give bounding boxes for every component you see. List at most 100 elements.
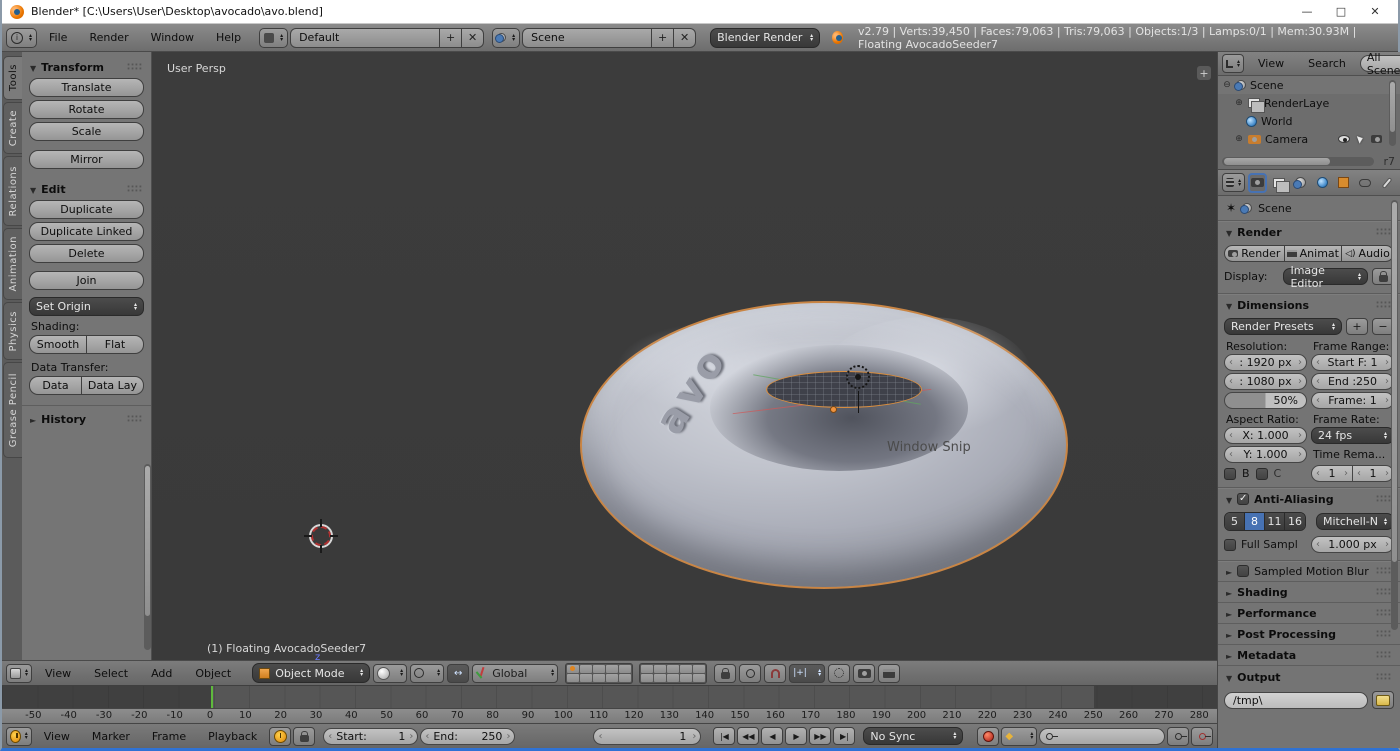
panel-grip-icon[interactable] (1376, 608, 1392, 619)
render-audio-button[interactable]: ◁) Audio (1341, 245, 1394, 262)
panel-grip-icon[interactable] (1376, 566, 1392, 577)
scene-value[interactable]: Scene (522, 28, 652, 48)
timeline-ruler[interactable]: -50-40-30-20-100102030405060708090100110… (2, 708, 1217, 724)
outliner-vscrollbar[interactable] (1389, 80, 1396, 146)
data-layout-button[interactable]: Data Lay (81, 376, 144, 395)
select-menu[interactable]: Select (84, 661, 138, 685)
outliner-hscrollbar[interactable] (1222, 157, 1374, 166)
viewport-3d[interactable]: User Persp + avo z y x (152, 52, 1217, 660)
aa-samples-group[interactable]: 5 8 11 16 (1224, 512, 1306, 531)
tab-physics[interactable]: Physics (3, 302, 22, 360)
delete-layout-button[interactable]: ✕ (462, 28, 484, 48)
anti-aliasing-checkbox[interactable] (1237, 493, 1249, 505)
resolution-x-field[interactable]: : 1920 px (1224, 354, 1307, 371)
layer-cell[interactable] (606, 665, 618, 673)
timeline-view-menu[interactable]: View (34, 724, 80, 748)
transform-orientation-dropdown[interactable]: Global (472, 664, 558, 683)
minimize-button[interactable]: — (1292, 3, 1322, 21)
render-presets-dropdown[interactable]: Render Presets (1224, 318, 1342, 335)
keying-set-dropdown[interactable]: ◆ (1001, 727, 1037, 746)
close-button[interactable]: ✕ (1360, 3, 1390, 21)
render-still-button[interactable]: Render (1224, 245, 1284, 262)
layer-cell[interactable] (680, 674, 692, 682)
snap-toggle[interactable] (764, 664, 786, 683)
scale-button[interactable]: Scale (29, 122, 144, 141)
full-sample-checkbox[interactable] (1224, 539, 1236, 551)
panel-grip-icon[interactable] (1376, 587, 1392, 598)
tool-shelf-scrollbar[interactable] (144, 464, 151, 650)
current-frame-line[interactable] (211, 686, 213, 708)
crop-checkbox[interactable] (1256, 468, 1268, 480)
tab-scene[interactable] (1292, 173, 1310, 193)
renderability-camera-icon[interactable] (1371, 135, 1382, 143)
time-remap-old-field[interactable]: 1 (1311, 465, 1353, 482)
opengl-render-anim-button[interactable] (878, 664, 900, 683)
browse-output-folder-button[interactable] (1372, 691, 1394, 709)
mode-dropdown[interactable]: Object Mode (252, 663, 370, 683)
delete-keyframe-button[interactable] (1191, 727, 1213, 746)
performance-panel-header[interactable]: Performance (1218, 603, 1400, 624)
pin-icon[interactable]: ✶ (1226, 201, 1236, 215)
next-keyframe-button[interactable]: ▶▶ (809, 727, 831, 745)
tab-render[interactable] (1248, 173, 1267, 193)
tab-grease-pencil[interactable]: Grease Pencil (3, 362, 22, 458)
sync-dropdown[interactable]: No Sync (863, 727, 963, 745)
panel-grip-icon[interactable] (1376, 650, 1392, 661)
timeline-track[interactable] (2, 686, 1217, 708)
layer-cell[interactable] (680, 665, 692, 673)
layer-cell[interactable] (654, 674, 666, 682)
screen-layout-value[interactable]: Default (290, 28, 440, 48)
jump-to-start-button[interactable]: |◀ (713, 727, 735, 745)
layer-cell[interactable] (693, 674, 705, 682)
timeline-marker-menu[interactable]: Marker (82, 724, 140, 748)
editor-type-selector-timeline[interactable] (6, 727, 32, 746)
anti-aliasing-panel-header[interactable]: Anti-Aliasing (1218, 488, 1400, 510)
sampled-motion-blur-panel-header[interactable]: Sampled Motion Blur (1218, 561, 1400, 582)
panel-grip-icon[interactable] (1376, 629, 1392, 640)
delete-scene-button[interactable]: ✕ (674, 28, 696, 48)
start-frame-field[interactable]: Start:1 (323, 728, 418, 745)
scene-icon-button[interactable] (492, 28, 520, 48)
render-panel-header[interactable]: Render (1218, 221, 1400, 243)
jump-to-end-button[interactable]: ▶| (833, 727, 855, 745)
opengl-render-still-button[interactable] (853, 664, 875, 683)
proportional-edit-dropdown[interactable] (739, 664, 761, 683)
layer-cell[interactable] (567, 674, 579, 682)
lock-time-toggle[interactable] (293, 727, 315, 746)
duplicate-linked-button[interactable]: Duplicate Linked (29, 222, 144, 241)
layer-cell[interactable] (641, 665, 653, 673)
render-engine-dropdown[interactable]: Blender Render (710, 28, 820, 48)
insert-keyframe-button[interactable] (1167, 727, 1189, 746)
post-processing-panel-header[interactable]: Post Processing (1218, 624, 1400, 645)
aa-filter-dropdown[interactable]: Mitchell-N (1316, 513, 1394, 530)
dimensions-panel-header[interactable]: Dimensions (1218, 294, 1400, 316)
panel-grip-icon[interactable] (1376, 227, 1392, 238)
delete-button[interactable]: Delete (29, 244, 144, 263)
layer-cell[interactable] (641, 674, 653, 682)
tab-relations[interactable]: Relations (3, 156, 22, 226)
frame-start-field[interactable]: Start F: 1 (1311, 354, 1394, 371)
edit-panel-header[interactable]: Edit (22, 178, 151, 200)
layer-cell[interactable] (606, 674, 618, 682)
torus-object[interactable]: avo (580, 301, 1068, 589)
shade-flat-button[interactable]: Flat (86, 335, 144, 354)
layer-cell[interactable] (654, 665, 666, 673)
layer-cell[interactable] (667, 665, 679, 673)
panel-grip-icon[interactable] (1376, 300, 1392, 311)
outliner-row-scene[interactable]: ⊖ Scene (1218, 76, 1400, 94)
resolution-percent-slider[interactable]: 50% (1224, 392, 1307, 409)
menu-render[interactable]: Render (79, 24, 138, 51)
duplicate-button[interactable]: Duplicate (29, 200, 144, 219)
rotate-button[interactable]: Rotate (29, 100, 144, 119)
mirror-button[interactable]: Mirror (29, 150, 144, 169)
frame-rate-dropdown[interactable]: 24 fps (1311, 427, 1394, 444)
layer-cell[interactable] (619, 674, 631, 682)
frame-current-field[interactable]: Frame: 1 (1311, 392, 1394, 409)
aspect-x-field[interactable]: X: 1.000 (1224, 427, 1307, 444)
data-button[interactable]: Data (29, 376, 81, 395)
expand-icon[interactable]: ⊕ (1234, 98, 1244, 108)
lock-to-scene-icon[interactable] (714, 664, 736, 683)
layer-cell[interactable] (693, 665, 705, 673)
editor-type-selector-info[interactable]: i (6, 28, 37, 48)
add-menu[interactable]: Add (141, 661, 182, 685)
